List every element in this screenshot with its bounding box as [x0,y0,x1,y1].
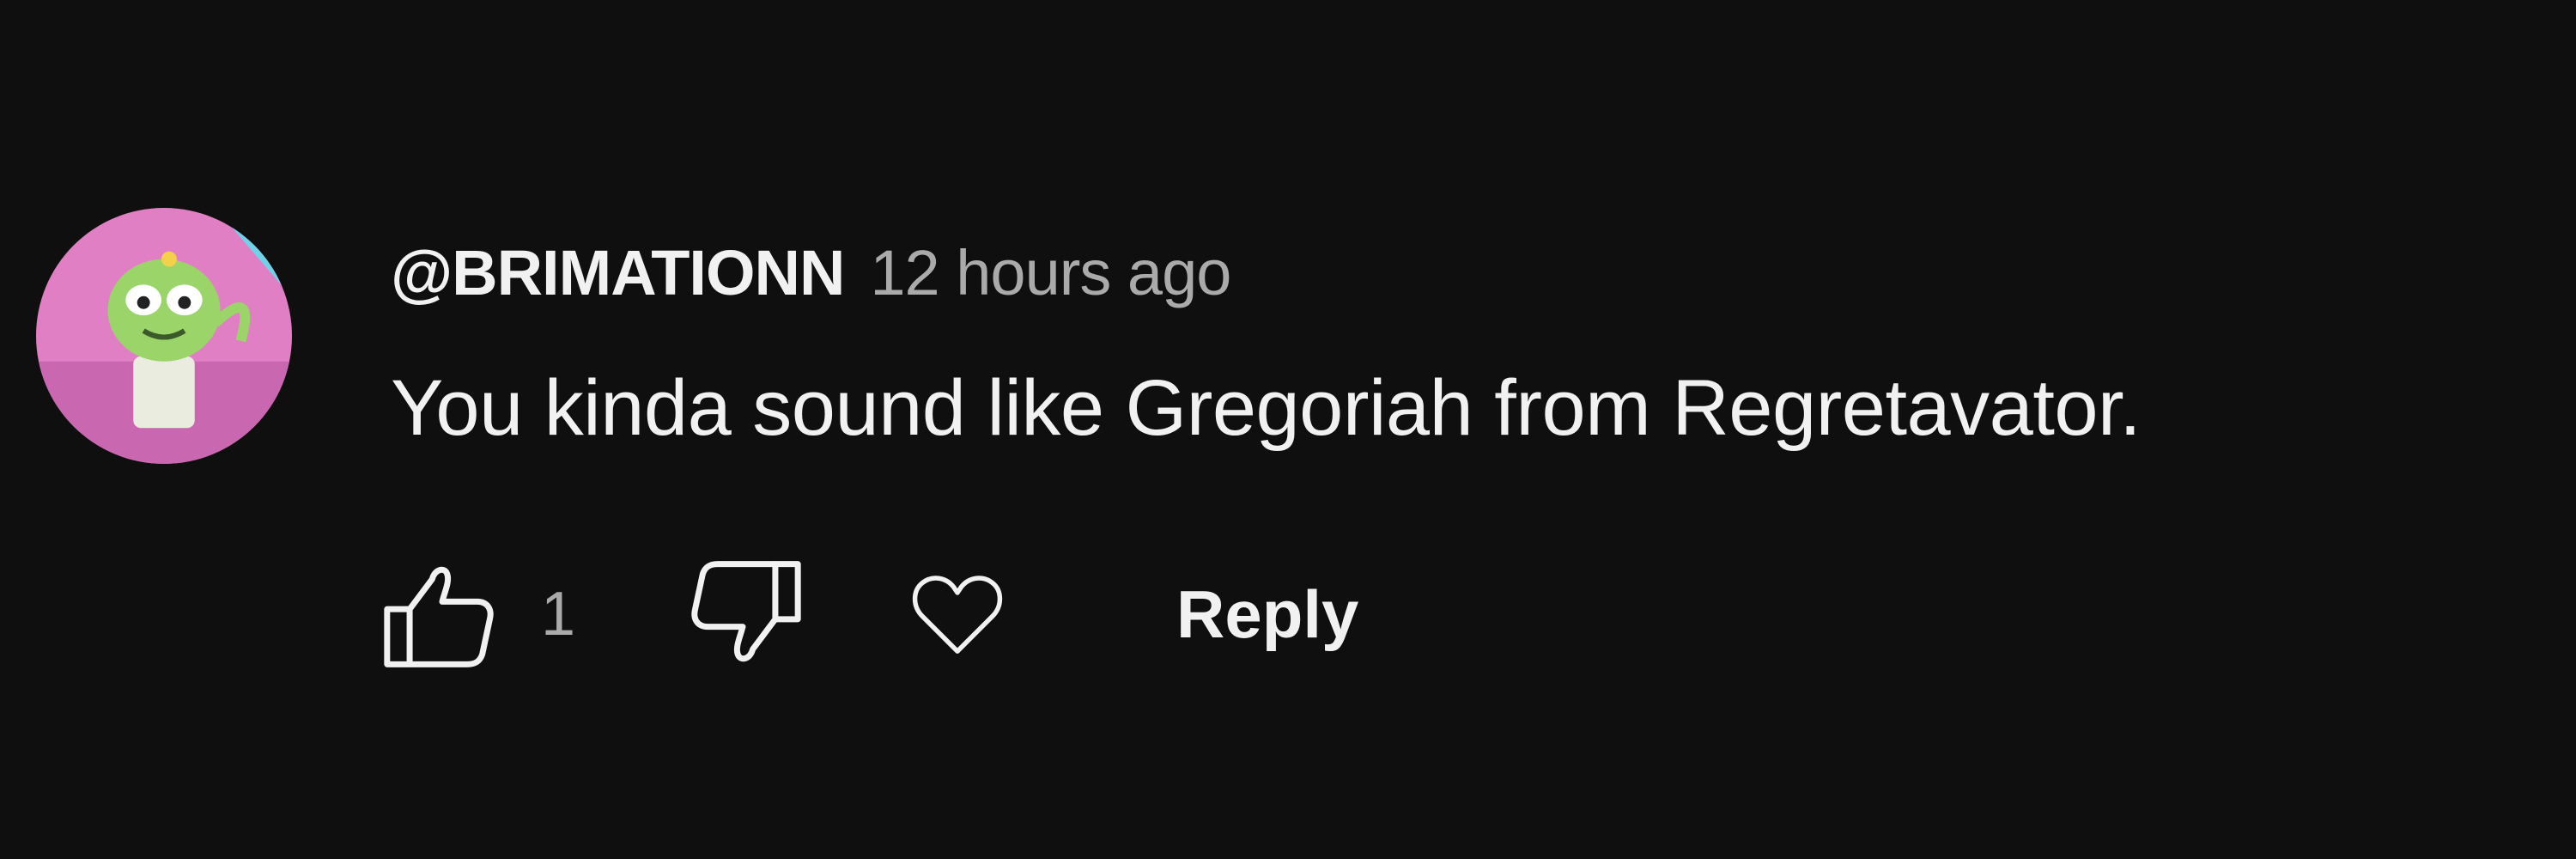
dislike-button[interactable] [670,550,816,679]
like-count: 1 [541,580,576,649]
reply-button[interactable]: Reply [1159,558,1376,670]
avatar[interactable] [36,208,292,464]
comment-actions: 1 Reply [369,550,1485,679]
heart-button[interactable] [884,550,1030,679]
author-name[interactable]: @BRIMATIONN [391,236,845,309]
heart-icon [912,576,1003,654]
comment-timestamp[interactable]: 12 hours ago [870,236,1231,309]
like-button[interactable] [369,550,515,679]
comment-header: @BRIMATIONN 12 hours ago [391,225,1231,320]
thumbs-down-icon [691,561,801,662]
avatar-icon [36,208,292,464]
comment-text: You kinda sound like Gregoriah from Regr… [391,364,2142,452]
comment-thread: @BRIMATIONN 12 hours ago You kinda sound… [0,0,2576,859]
thumbs-up-icon [384,566,494,667]
